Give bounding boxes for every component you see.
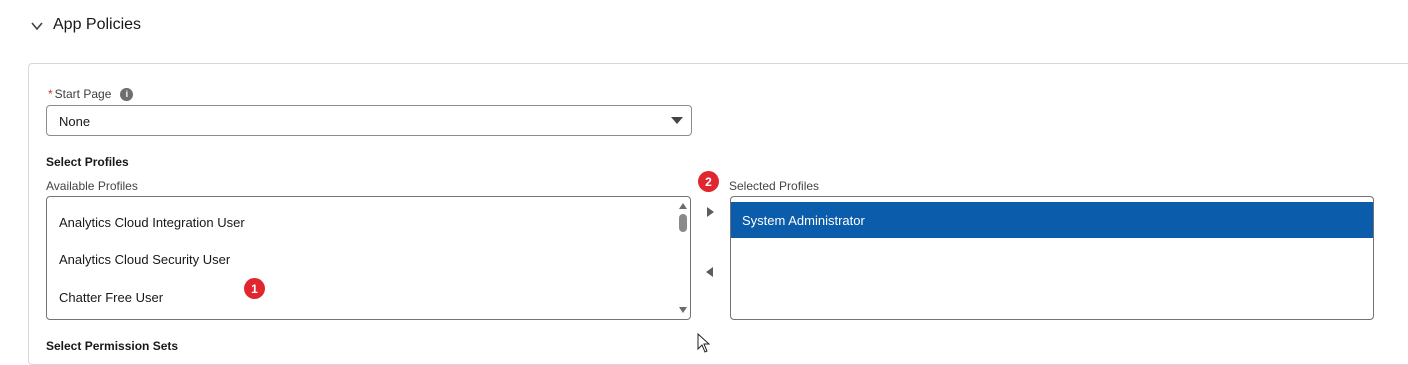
scrollbar[interactable]: [676, 197, 690, 319]
scroll-down-icon[interactable]: [679, 307, 687, 313]
info-icon[interactable]: i: [120, 87, 134, 101]
start-page-label: * Start Page i: [48, 87, 134, 101]
selected-profiles-label: Selected Profiles: [729, 179, 820, 193]
mouse-cursor-icon: [697, 333, 711, 353]
start-page-select[interactable]: None: [46, 105, 692, 136]
section-header-app-policies[interactable]: App Policies: [0, 0, 1408, 52]
select-profiles-heading: Select Profiles: [46, 155, 129, 169]
caret-down-icon: [671, 117, 683, 124]
list-item[interactable]: Analytics Cloud Integration User: [59, 215, 245, 230]
chevron-down-icon[interactable]: [30, 19, 44, 33]
section-title: App Policies: [53, 16, 142, 33]
select-permission-sets-heading: Select Permission Sets: [46, 339, 179, 353]
start-page-label-text: Start Page: [54, 87, 112, 101]
selected-profiles-listbox[interactable]: System Administrator: [730, 196, 1374, 320]
selected-list-item[interactable]: System Administrator: [731, 202, 1373, 238]
scroll-up-icon[interactable]: [679, 203, 687, 209]
start-page-value: None: [59, 114, 91, 129]
required-marker: *: [48, 87, 53, 101]
selected-item-label: System Administrator: [742, 213, 865, 228]
available-profiles-label: Available Profiles: [46, 179, 138, 193]
step-badge-1: 1: [244, 278, 265, 299]
arrow-right-icon: [707, 207, 714, 217]
step-badge-2: 2: [698, 171, 719, 192]
arrow-left-icon: [706, 267, 713, 277]
list-item[interactable]: Analytics Cloud Security User: [59, 252, 230, 267]
move-right-button[interactable]: [702, 204, 718, 220]
available-profiles-listbox[interactable]: Analytics Cloud Integration User Analyti…: [46, 196, 691, 320]
list-item[interactable]: Chatter Free User: [59, 290, 163, 305]
move-left-button[interactable]: [702, 264, 718, 280]
scroll-thumb[interactable]: [679, 214, 687, 232]
